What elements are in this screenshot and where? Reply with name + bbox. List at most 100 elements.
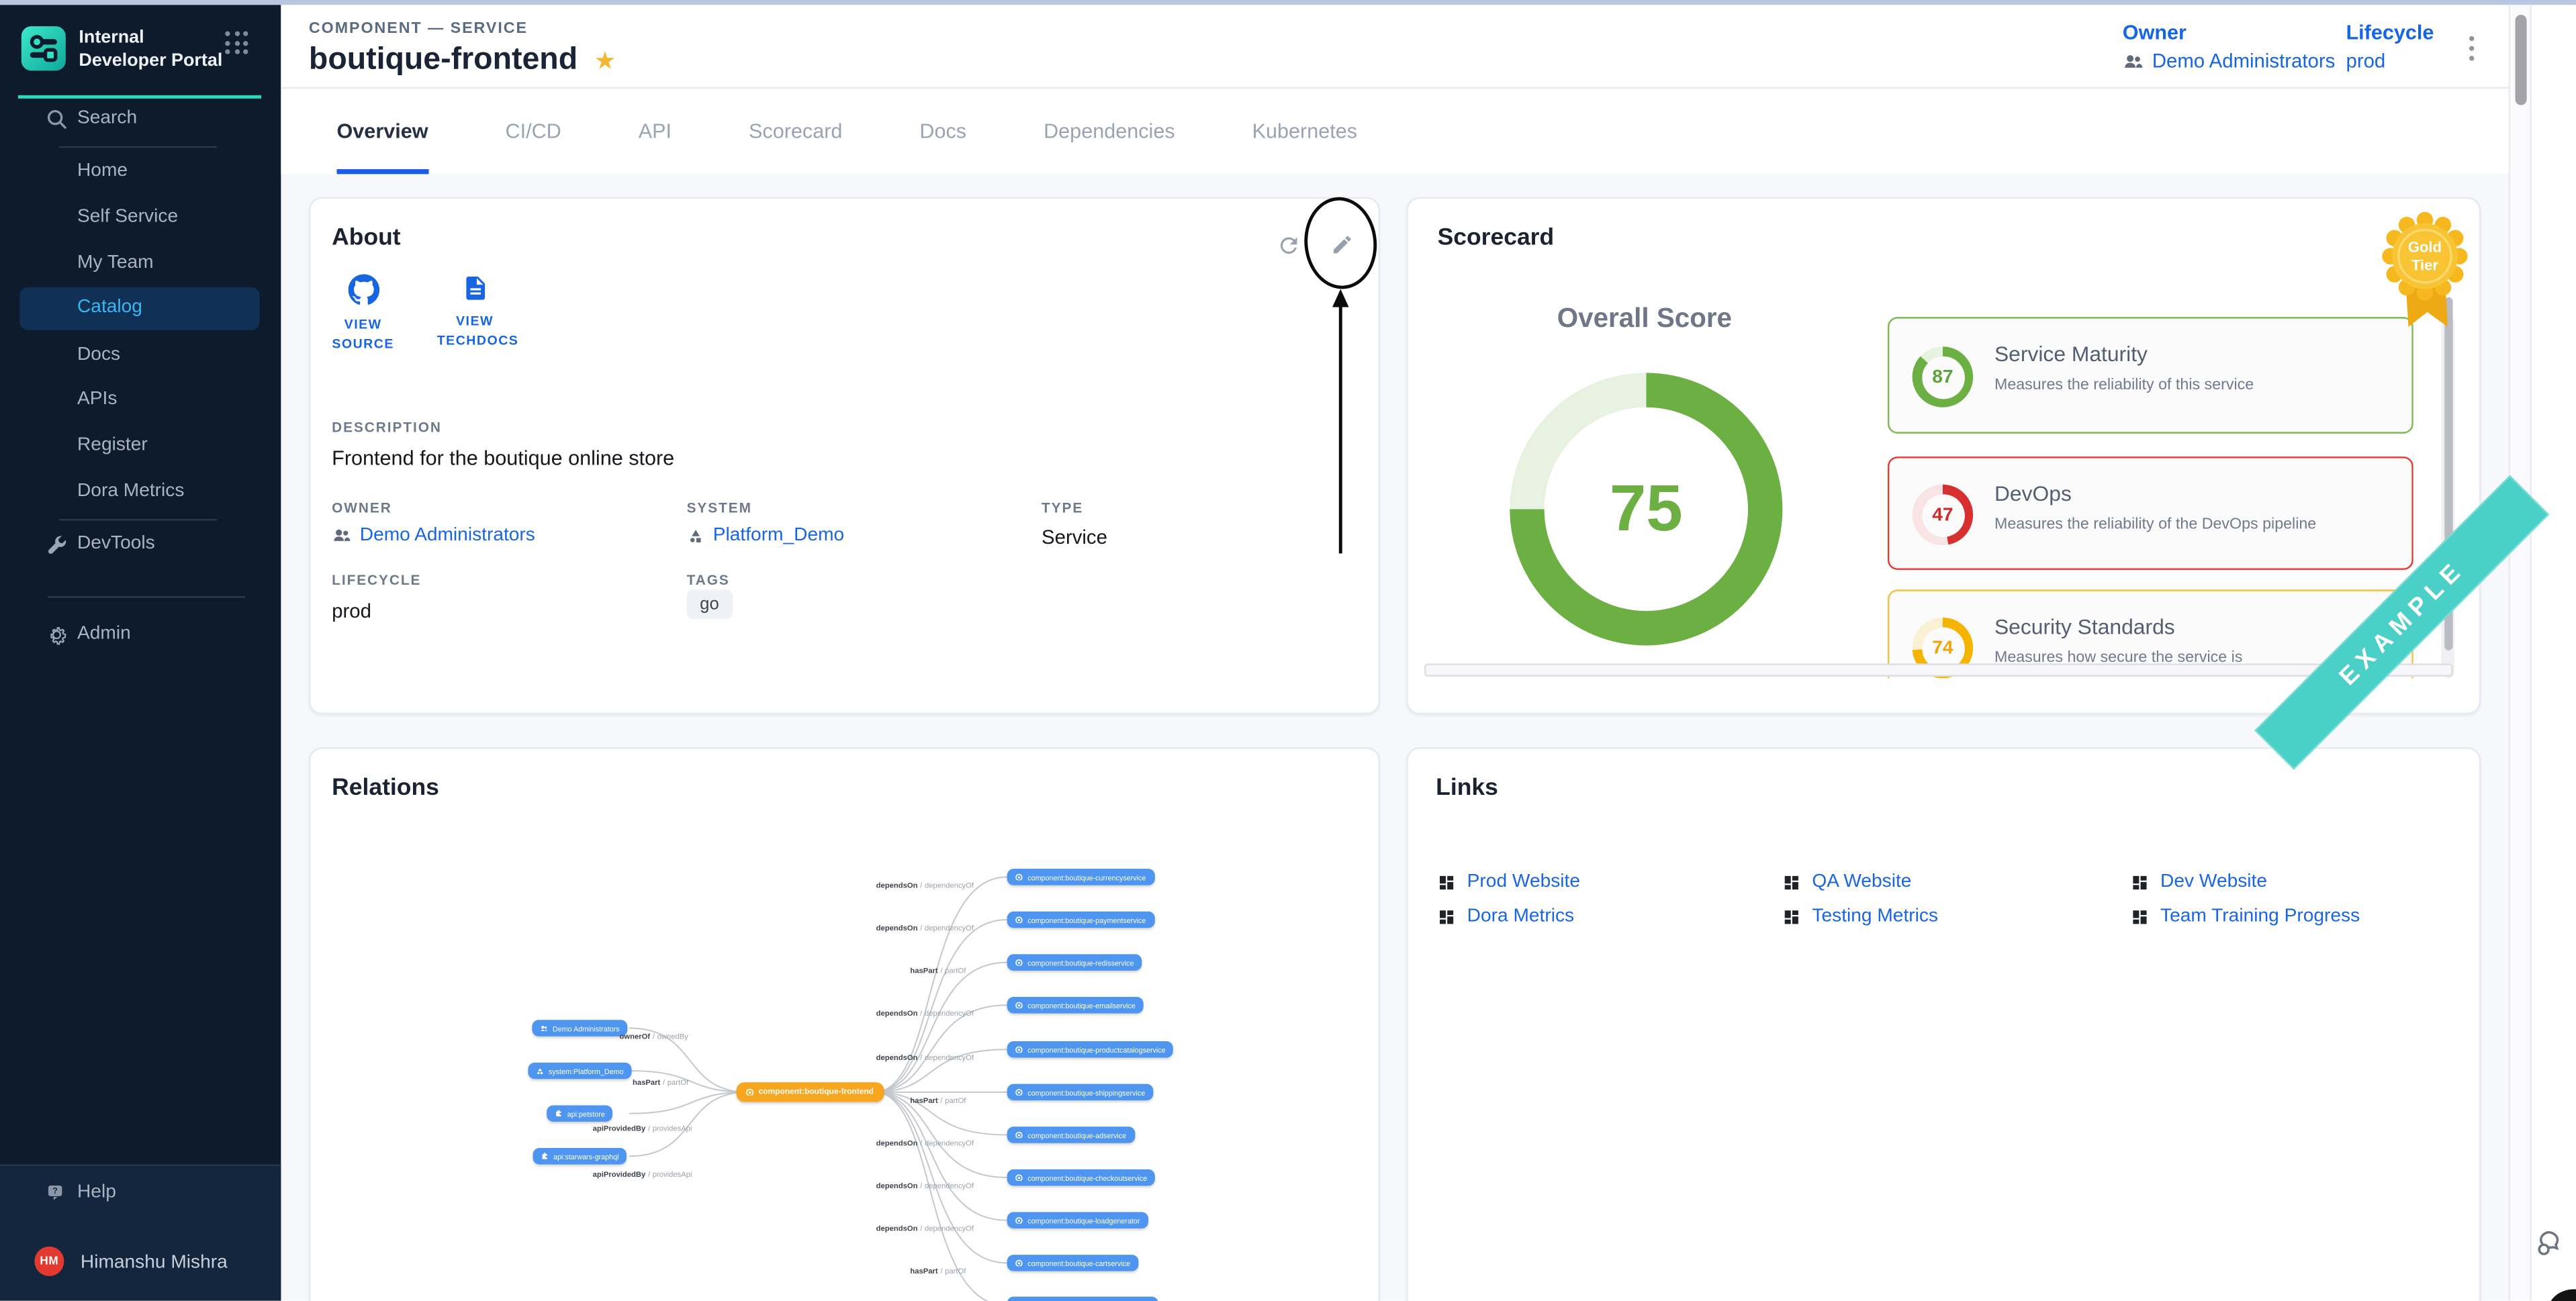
api-puzzle-icon xyxy=(541,1153,549,1160)
breadcrumb: COMPONENT — SERVICE xyxy=(309,19,528,38)
system-icon xyxy=(687,526,705,544)
sidebar-item-devtools[interactable]: DevTools xyxy=(0,524,281,563)
techdocs-icon xyxy=(461,275,489,303)
app-title: Internal Developer Portal xyxy=(79,26,230,73)
gear-icon xyxy=(44,622,67,645)
tab-cicd[interactable]: CI/CD xyxy=(506,89,561,174)
graph-node-paymentservice[interactable]: component:boutique-paymentservice xyxy=(1007,912,1154,928)
search-icon xyxy=(44,107,67,130)
description-value: Frontend for the boutique online store xyxy=(332,446,674,469)
about-title: About xyxy=(332,225,400,251)
graph-node-shippingservice[interactable]: component:boutique-shippingservice xyxy=(1007,1084,1154,1100)
group-icon xyxy=(541,1024,548,1032)
tab-kubernetes[interactable]: Kubernetes xyxy=(1252,89,1357,174)
sidebar-item-label: Admin xyxy=(77,624,131,644)
sidebar-item-apis[interactable]: APIs xyxy=(0,379,281,419)
graph-node-partial[interactable] xyxy=(1007,1296,1158,1301)
metrics-horizontal-scrollbar[interactable] xyxy=(1424,663,2452,677)
lifecycle-field-label: LIFECYCLE xyxy=(332,571,421,587)
owner-label: Owner xyxy=(2123,21,2336,44)
dashboard-icon xyxy=(1438,908,1456,926)
link-dora-metrics[interactable]: Dora Metrics xyxy=(1438,906,1575,926)
tab-dependencies[interactable]: Dependencies xyxy=(1044,89,1175,174)
system-field-link[interactable]: Platform_Demo xyxy=(687,526,845,545)
graph-node-loadgenerator[interactable]: component:boutique-loadgenerator xyxy=(1007,1212,1148,1228)
component-icon xyxy=(746,1088,753,1096)
more-options-kebab-icon[interactable] xyxy=(2466,33,2477,64)
view-techdocs-button[interactable]: VIEW TECHDOCS xyxy=(437,275,513,352)
metric-card-service-maturity[interactable]: 87 Service Maturity Measures the reliabi… xyxy=(1888,317,2413,434)
tag-chip-go[interactable]: go xyxy=(687,589,733,619)
sidebar-item-label: DevTools xyxy=(77,534,155,553)
page-scrollbar-thumb[interactable] xyxy=(2514,15,2526,105)
top-accent-strip xyxy=(0,0,2576,5)
link-prod-website[interactable]: Prod Website xyxy=(1438,872,1580,892)
tab-overview[interactable]: Overview xyxy=(337,89,428,174)
graph-node-productcatalogservice[interactable]: component:boutique-productcatalogservice xyxy=(1007,1041,1174,1057)
dashboard-icon xyxy=(1782,873,1800,891)
sidebar-item-label: Register xyxy=(77,435,148,454)
api-puzzle-icon xyxy=(555,1110,562,1117)
graph-node-api-petstore[interactable]: api:petstore xyxy=(547,1105,613,1121)
user-avatar[interactable]: HM xyxy=(34,1247,64,1276)
relations-edges xyxy=(310,749,1381,1301)
chat-bubbles-icon[interactable] xyxy=(2535,1226,2568,1259)
dashboard-icon xyxy=(2131,908,2149,926)
overall-score-value: 75 xyxy=(1610,472,1683,546)
user-name[interactable]: Himanshu Mishra xyxy=(81,1253,228,1273)
sidebar-item-admin[interactable]: Admin xyxy=(0,614,281,654)
svg-text:Gold: Gold xyxy=(2408,239,2442,256)
system-icon xyxy=(537,1067,544,1075)
sidebar-item-docs[interactable]: Docs xyxy=(0,335,281,375)
metric-card-devops[interactable]: 47 DevOps Measures the reliability of th… xyxy=(1888,456,2413,570)
link-qa-website[interactable]: QA Website xyxy=(1782,872,1911,892)
link-testing-metrics[interactable]: Testing Metrics xyxy=(1782,906,1938,926)
sidebar-item-dora-metrics[interactable]: Dora Metrics xyxy=(0,471,281,511)
graph-node-redisservice[interactable]: component:boutique-redisservice xyxy=(1007,954,1142,970)
graph-node-checkoutservice[interactable]: component:boutique-checkoutservice xyxy=(1007,1169,1156,1186)
link-team-training-progress[interactable]: Team Training Progress xyxy=(2131,906,2360,926)
graph-node-currencyservice[interactable]: component:boutique-currencyservice xyxy=(1007,869,1154,885)
apps-grid-icon[interactable] xyxy=(225,31,248,54)
sidebar-item-label: Home xyxy=(77,161,128,181)
app-root: Internal Developer Portal Search Home Se… xyxy=(0,0,2576,1301)
help-chat-icon: ? xyxy=(44,1181,67,1204)
sidebar-item-search[interactable]: Search xyxy=(0,99,281,138)
favorite-star-icon[interactable] xyxy=(594,48,616,73)
view-source-button[interactable]: VIEW SOURCE xyxy=(325,275,401,355)
metric-donut: 47 xyxy=(1913,485,1974,546)
graph-node-system[interactable]: system:Platform_Demo xyxy=(528,1063,631,1079)
link-dev-website[interactable]: Dev Website xyxy=(2131,872,2267,892)
app-logo-icon[interactable] xyxy=(21,26,66,70)
graph-node-emailservice[interactable]: component:boutique-emailservice xyxy=(1007,997,1144,1013)
tab-docs[interactable]: Docs xyxy=(919,89,966,174)
graph-node-center[interactable]: component:boutique-frontend xyxy=(736,1082,883,1102)
annotation-arrow-line xyxy=(1339,307,1342,553)
sidebar-divider xyxy=(59,146,217,148)
sidebar-item-self-service[interactable]: Self Service xyxy=(0,197,281,237)
scorecard-title: Scorecard xyxy=(1438,225,1555,251)
sidebar-item-register[interactable]: Register xyxy=(0,426,281,465)
owner-value-link[interactable]: Demo Administrators xyxy=(2152,49,2335,72)
sidebar-item-my-team[interactable]: My Team xyxy=(0,243,281,283)
graph-node-adservice[interactable]: component:boutique-adservice xyxy=(1007,1126,1135,1143)
links-title: Links xyxy=(1436,775,1498,802)
overall-score-label: Overall Score xyxy=(1505,304,1784,335)
sidebar-item-label: Self Service xyxy=(77,207,178,226)
tab-scorecard[interactable]: Scorecard xyxy=(749,89,842,174)
tab-api[interactable]: API xyxy=(639,89,672,174)
sidebar-item-catalog[interactable]: Catalog xyxy=(19,287,259,330)
sidebar-divider xyxy=(59,519,217,520)
refresh-icon[interactable] xyxy=(1270,227,1306,263)
graph-node-cartservice[interactable]: component:boutique-cartservice xyxy=(1007,1255,1139,1271)
graph-node-owner[interactable]: Demo Administrators xyxy=(532,1020,628,1036)
lifecycle-value: prod xyxy=(2346,49,2385,72)
sidebar-item-help[interactable]: ? Help xyxy=(0,1173,281,1212)
page-scrollbar-track xyxy=(2509,5,2532,1301)
dashboard-icon xyxy=(2131,873,2149,891)
entity-tabs: Overview CI/CD API Scorecard Docs Depend… xyxy=(281,89,2508,174)
graph-node-api-starwars[interactable]: api:starwars-graphql xyxy=(533,1148,627,1164)
owner-field-link[interactable]: Demo Administrators xyxy=(332,526,535,545)
sidebar: Internal Developer Portal Search Home Se… xyxy=(0,5,281,1301)
sidebar-item-home[interactable]: Home xyxy=(0,151,281,191)
